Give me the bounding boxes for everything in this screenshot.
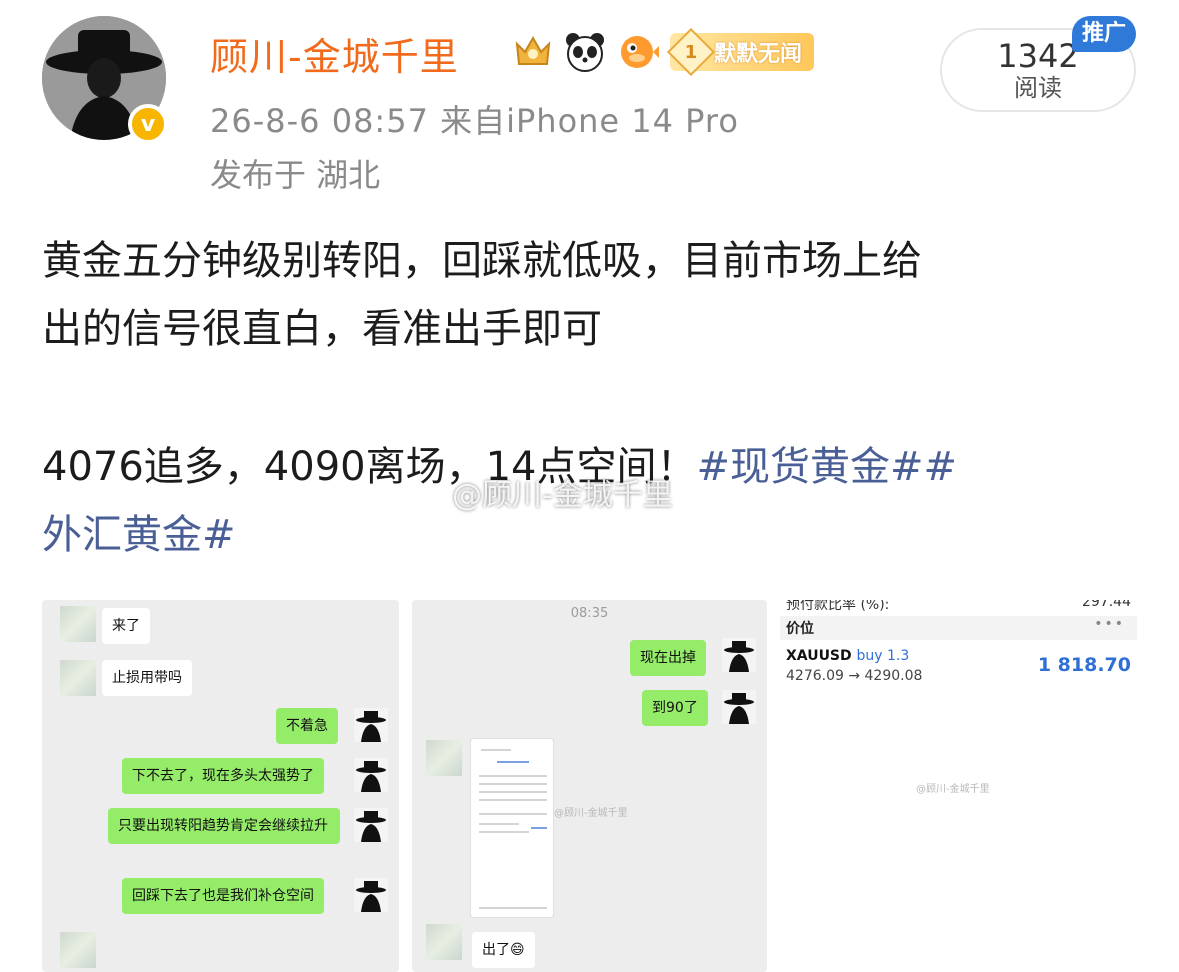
chat-bubble: 来了	[102, 608, 150, 644]
more-icon[interactable]: •••	[1094, 616, 1125, 632]
contact-avatar	[60, 660, 96, 696]
read-label: 阅读	[1014, 74, 1062, 102]
chat-bubble: 不着急	[276, 708, 338, 744]
crown-badge-icon[interactable]	[510, 30, 556, 74]
image-watermark: @顾川-金城千里	[554, 808, 628, 819]
post-text-line-1: 黄金五分钟级别转阳，回踩就低吸，目前市场上给	[42, 238, 922, 284]
position-profit: 1 818.70	[1037, 654, 1131, 676]
contact-avatar	[60, 932, 96, 968]
chat-bubble: 现在出掉	[630, 640, 706, 676]
hashtag-spot-gold[interactable]: #现货黄金#	[697, 444, 924, 490]
text-watermark: @顾川-金城千里	[452, 478, 673, 513]
chat-bubble: 回踩下去了也是我们补仓空间	[122, 878, 324, 914]
fan-badge-name: 默默无闻	[714, 42, 803, 67]
promote-button[interactable]: 推广	[1072, 16, 1137, 52]
hat-avatar-icon	[722, 690, 756, 724]
position-order: buy 1.3	[856, 648, 910, 664]
contact-avatar	[426, 924, 462, 960]
position-prices: 4276.09 → 4290.08	[786, 668, 923, 684]
post-image-chat-1[interactable]: 来了 止损用带吗 不着急 下不去了，现在多头太强势了 只要出现转阳趋势肯定会继续…	[42, 600, 399, 972]
username[interactable]: 顾川-金城千里	[210, 26, 459, 81]
hat-avatar-icon	[354, 878, 388, 912]
positions-header-label: 价位	[786, 621, 814, 637]
trade-screenshot-thumbnail[interactable]	[470, 738, 554, 918]
chat-bubble: 止损用带吗	[102, 660, 192, 696]
verified-badge-icon: v	[128, 104, 168, 144]
chat-time: 08:35	[570, 606, 609, 621]
margin-ratio-value: 297.44	[1082, 600, 1131, 610]
chat-bubble: 下不去了，现在多头太强势了	[122, 758, 324, 794]
hashtag-forex-gold-start[interactable]: #	[924, 444, 958, 490]
hat-avatar-icon	[722, 638, 756, 672]
positions-header: 价位 •••	[780, 616, 1137, 640]
panda-icon[interactable]	[562, 30, 608, 74]
hashtag-forex-gold[interactable]: 外汇黄金#	[42, 512, 236, 558]
chat-bubble: 只要出现转阳趋势肯定会继续拉升	[108, 808, 340, 844]
hat-avatar-icon	[354, 758, 388, 792]
chat-bubble: 到90了	[642, 690, 708, 726]
pufferfish-icon[interactable]	[614, 30, 660, 74]
hat-avatar-icon	[354, 708, 388, 742]
fan-level-icon: 1	[666, 27, 716, 77]
post-time-source: 26-8-6 08:57 来自iPhone 14 Pro	[210, 102, 739, 140]
margin-ratio-label: 预付款比率 (%):	[786, 600, 890, 613]
position-symbol: XAUUSD buy 1.3	[786, 648, 910, 664]
user-badges: 1 默默无闻	[510, 27, 815, 77]
chat-bubble: 出了😄	[472, 932, 535, 968]
fan-level-badge[interactable]: 1 默默无闻	[666, 27, 815, 77]
contact-avatar	[60, 606, 96, 642]
post-location: 发布于 湖北	[210, 156, 381, 194]
post-text-line-2: 出的信号很直白，看准出手即可	[42, 306, 602, 352]
image-watermark: @顾川-金城千里	[916, 784, 990, 795]
post-image-chat-2[interactable]: 08:35 现在出掉 到90了 @顾川-金城千里 出了😄	[412, 600, 767, 972]
contact-avatar	[426, 740, 462, 776]
hat-avatar-icon	[354, 808, 388, 842]
post-image-trade[interactable]: 预付款比率 (%): 297.44 价位 ••• XAUUSD buy 1.3 …	[780, 600, 1137, 972]
